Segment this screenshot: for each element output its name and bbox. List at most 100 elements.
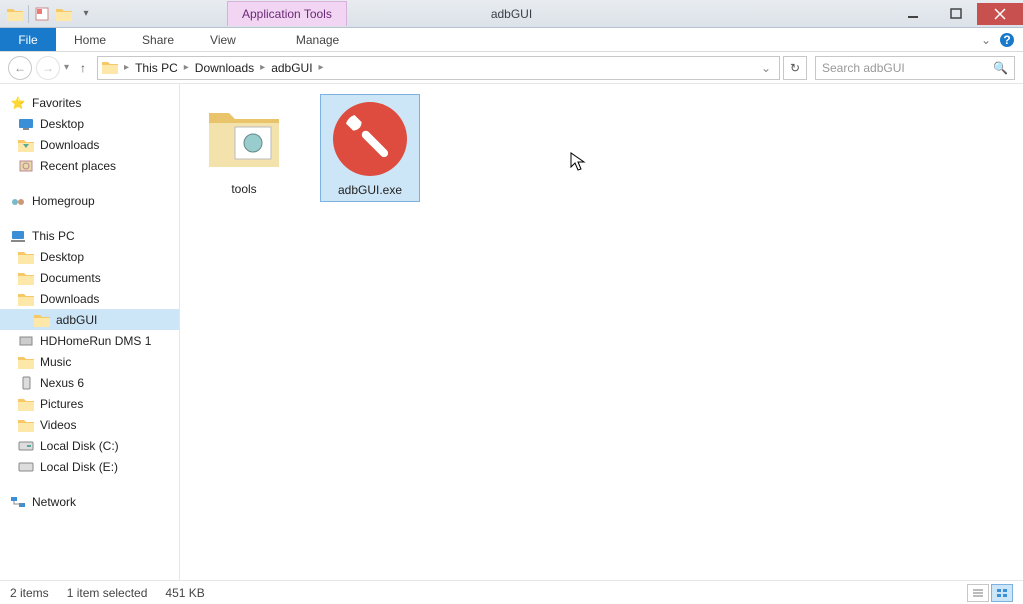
folder-icon [204,98,284,178]
file-label: adbGUI.exe [338,183,402,197]
folder-icon [18,417,34,433]
search-input[interactable] [822,61,993,75]
tree-homegroup[interactable]: Homegroup [0,190,179,211]
tree-pc-pictures[interactable]: Pictures [0,393,179,414]
help-icon[interactable]: ? [999,32,1015,48]
tree-label: Network [32,495,76,509]
tree-label: Videos [40,418,76,432]
address-dropdown-icon[interactable]: ⌄ [757,61,775,75]
file-item-adbgui-exe[interactable]: adbGUI.exe [320,94,420,202]
navigation-tree[interactable]: ⭐ Favorites Desktop Downloads Recent pla… [0,84,180,580]
status-size: 451 KB [165,586,204,600]
tree-favorites[interactable]: ⭐ Favorites [0,92,179,113]
tree-thispc[interactable]: This PC [0,225,179,246]
tree-label: Music [40,355,71,369]
window-title: adbGUI [491,7,532,21]
tree-pc-downloads[interactable]: Downloads [0,288,179,309]
tree-label: Pictures [40,397,83,411]
folder-icon [18,270,34,286]
folder-icon [4,3,26,25]
file-pane[interactable]: tools adbGUI.exe [180,84,1023,580]
breadcrumb-separator-icon[interactable]: ▸ [122,62,131,73]
maximize-button[interactable] [935,3,977,25]
breadcrumb-item[interactable]: adbGUI [267,61,316,75]
details-view-button[interactable] [967,584,989,602]
contextual-tab-label: Application Tools [227,1,347,26]
tree-pc-diskc[interactable]: Local Disk (C:) [0,435,179,456]
large-icons-view-button[interactable] [991,584,1013,602]
address-bar-row: ← → ▾ ↑ ▸ This PC ▸ Downloads ▸ adbGUI ▸… [0,52,1023,84]
folder-icon [18,396,34,412]
breadcrumb-item[interactable]: This PC [131,61,182,75]
folder-item-tools[interactable]: tools [194,94,294,200]
app-icon [330,99,410,179]
folder-icon [18,137,34,153]
drive-icon [18,438,34,454]
ribbon-right: ⌄ ? [981,28,1023,51]
forward-button[interactable]: → [36,56,60,80]
properties-icon[interactable] [31,3,53,25]
network-icon [10,494,26,510]
new-folder-icon[interactable] [53,3,75,25]
breadcrumb-separator-icon[interactable]: ▸ [258,62,267,73]
drive-icon [18,459,34,475]
quick-access-toolbar: ▾ [0,3,97,25]
home-tab[interactable]: Home [56,28,124,51]
folder-icon [18,249,34,265]
phone-icon [18,375,34,391]
breadcrumb-separator-icon[interactable]: ▸ [182,62,191,73]
refresh-button[interactable]: ↻ [783,56,807,80]
close-button[interactable] [977,3,1023,25]
status-bar: 2 items 1 item selected 451 KB [0,580,1023,604]
folder-icon [34,312,50,328]
tree-pc-documents[interactable]: Documents [0,267,179,288]
tree-label: Nexus 6 [40,376,84,390]
tree-label: Favorites [32,96,81,110]
tree-label: Documents [40,271,101,285]
tree-network[interactable]: Network [0,491,179,512]
breadcrumb-bar[interactable]: ▸ This PC ▸ Downloads ▸ adbGUI ▸ ⌄ [97,56,780,80]
tree-label: Local Disk (E:) [40,460,118,474]
minimize-button[interactable] [893,3,935,25]
tree-pc-videos[interactable]: Videos [0,414,179,435]
star-icon: ⭐ [10,95,26,111]
toolbar-dropdown-icon[interactable]: ▾ [75,3,97,25]
device-icon [18,333,34,349]
folder-icon [18,291,34,307]
file-label: tools [231,182,256,196]
title-bar: ▾ Application Tools adbGUI [0,0,1023,28]
tree-label: adbGUI [56,313,97,327]
file-tab[interactable]: File [0,28,56,51]
tree-pc-hdhomerun[interactable]: HDHomeRun DMS 1 [0,330,179,351]
folder-icon [18,354,34,370]
folder-icon [102,60,118,76]
tree-downloads[interactable]: Downloads [0,134,179,155]
tree-pc-adbgui[interactable]: adbGUI [0,309,179,330]
pc-icon [10,228,26,244]
up-button[interactable]: ↑ [73,58,93,78]
search-box[interactable]: 🔍 [815,56,1015,80]
tree-pc-diske[interactable]: Local Disk (E:) [0,456,179,477]
tree-pc-nexus6[interactable]: Nexus 6 [0,372,179,393]
chevron-down-icon[interactable]: ⌄ [981,33,991,47]
tree-recent[interactable]: Recent places [0,155,179,176]
tree-label: Homegroup [32,194,95,208]
svg-text:?: ? [1003,33,1010,47]
back-button[interactable]: ← [8,56,32,80]
share-tab[interactable]: Share [124,28,192,51]
tree-label: Desktop [40,250,84,264]
tree-pc-desktop[interactable]: Desktop [0,246,179,267]
manage-tab[interactable]: Manage [278,28,357,51]
breadcrumb-separator-icon[interactable]: ▸ [317,62,326,73]
tree-pc-music[interactable]: Music [0,351,179,372]
status-item-count: 2 items [10,586,49,600]
tree-desktop[interactable]: Desktop [0,113,179,134]
recent-icon [18,158,34,174]
breadcrumb-item[interactable]: Downloads [191,61,258,75]
tree-label: Desktop [40,117,84,131]
tree-label: HDHomeRun DMS 1 [40,334,151,348]
status-selected-count: 1 item selected [67,586,148,600]
tree-label: Recent places [40,159,116,173]
history-dropdown-icon[interactable]: ▾ [64,62,69,73]
view-tab[interactable]: View [192,28,254,51]
